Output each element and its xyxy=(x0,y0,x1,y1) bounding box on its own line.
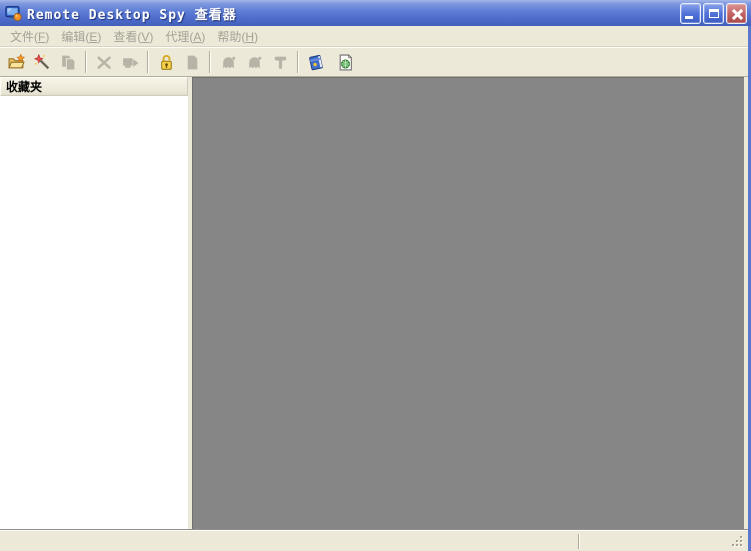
open-folder-new-icon xyxy=(7,53,25,68)
session-workspace xyxy=(192,77,744,529)
minimize-button[interactable] xyxy=(680,2,701,24)
statusbar xyxy=(0,530,748,551)
menu-help[interactable]: 帮助(H) xyxy=(211,26,264,47)
export-button xyxy=(117,49,143,75)
menu-file[interactable]: 文件(F) xyxy=(4,26,55,47)
tools-button xyxy=(267,49,293,75)
ghost-icon xyxy=(248,56,261,68)
padlock-icon xyxy=(160,54,172,70)
remote-desktop-icon xyxy=(5,5,22,21)
copy-button xyxy=(55,49,81,75)
help-book-icon xyxy=(308,54,323,70)
delete-button xyxy=(91,49,117,75)
copy-documents-icon xyxy=(61,55,75,70)
close-button[interactable] xyxy=(726,2,747,24)
menu-agent[interactable]: 代理(A) xyxy=(159,26,211,47)
titlebar[interactable]: Remote Desktop Spy 查看器 xyxy=(0,0,751,26)
maximize-icon xyxy=(709,8,719,18)
toolbar xyxy=(0,47,748,77)
lock-button[interactable] xyxy=(153,49,179,75)
log-button xyxy=(179,49,205,75)
monitor-arrow-icon xyxy=(122,57,138,68)
favorites-header: 收藏夹 xyxy=(0,77,188,96)
toolbar-separator xyxy=(85,51,87,73)
hammer-icon xyxy=(274,56,286,69)
magic-wand-icon xyxy=(33,53,49,69)
help-button[interactable] xyxy=(303,49,329,75)
document-icon xyxy=(187,55,197,69)
window-frame: 文件(F) 编辑(E) 查看(V) 代理(A) 帮助(H) 收藏夹 xyxy=(0,26,751,551)
toolbar-separator xyxy=(147,51,149,73)
delete-x-icon xyxy=(96,55,111,69)
app-window: Remote Desktop Spy 查看器 文件(F) 编辑(E) 查看(V)… xyxy=(0,0,751,551)
toolbar-separator xyxy=(209,51,211,73)
website-button[interactable] xyxy=(332,49,358,75)
wizard-button[interactable] xyxy=(29,49,55,75)
resize-grip[interactable] xyxy=(731,535,744,548)
play-button xyxy=(215,49,241,75)
favorites-list[interactable] xyxy=(0,96,188,529)
main-area: 收藏夹 xyxy=(0,77,748,530)
ghost-icon xyxy=(222,56,235,68)
menu-edit[interactable]: 编辑(E) xyxy=(55,26,107,47)
minimize-icon xyxy=(685,15,693,19)
menu-view[interactable]: 查看(V) xyxy=(107,26,159,47)
open-button[interactable] xyxy=(3,49,29,75)
toolbar-separator xyxy=(297,51,299,73)
status-divider xyxy=(578,534,580,549)
maximize-button[interactable] xyxy=(703,2,724,24)
favorites-panel: 收藏夹 xyxy=(0,77,188,529)
window-title: Remote Desktop Spy 查看器 xyxy=(27,7,237,23)
web-document-icon xyxy=(339,53,352,70)
menubar: 文件(F) 编辑(E) 查看(V) 代理(A) 帮助(H) xyxy=(0,26,748,47)
play-all-button xyxy=(241,49,267,75)
